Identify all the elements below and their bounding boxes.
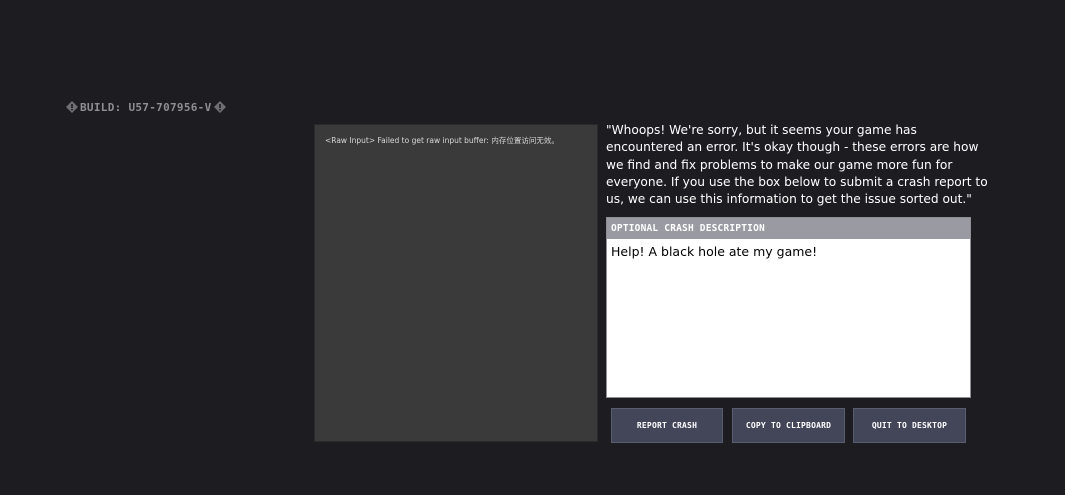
quit-to-desktop-button[interactable]: QUIT TO DESKTOP (853, 408, 966, 443)
crash-description-input[interactable]: Help! A black hole ate my game! (607, 239, 970, 397)
crash-description-header: OPTIONAL CRASH DESCRIPTION (607, 218, 970, 239)
log-line: <Raw Input> Failed to get raw input buff… (325, 136, 559, 145)
crash-description-box: OPTIONAL CRASH DESCRIPTION Help! A black… (606, 217, 971, 398)
diamond-icon (213, 101, 226, 113)
report-crash-button[interactable]: REPORT CRASH (611, 408, 723, 443)
crash-message: "Whoops! We're sorry, but it seems your … (606, 123, 988, 207)
build-label: BUILD: U57-707956-V (80, 100, 212, 114)
diamond-icon (66, 101, 78, 113)
build-tag: BUILD: U57-707956-V (66, 100, 226, 114)
crash-log-panel[interactable]: <Raw Input> Failed to get raw input buff… (314, 124, 598, 442)
copy-to-clipboard-button[interactable]: COPY TO CLIPBOARD (732, 408, 845, 443)
